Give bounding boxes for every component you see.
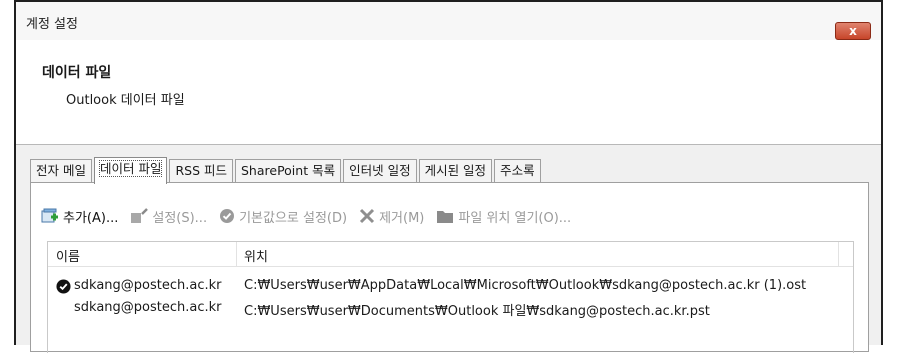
column-header-location[interactable]: 위치 (244, 246, 268, 265)
default-checkmark-icon (56, 279, 71, 298)
window-title: 계정 설정 (26, 17, 78, 32)
close-icon: x (849, 24, 857, 38)
toolbar: 추가(A)... 설정(S)... 기본값으로 설정(D) 제거(M) 파일 위… (41, 205, 583, 227)
list-header: 이름 위치 (48, 242, 853, 267)
checkmark-circle-icon (219, 208, 235, 224)
data-files-panel: 추가(A)... 설정(S)... 기본값으로 설정(D) 제거(M) 파일 위… (30, 182, 869, 353)
list-item[interactable]: sdkang@postech.ac.kr C:₩Users₩user₩Docum… (48, 297, 853, 319)
data-file-list: 이름 위치 sdkang@postech.ac.kr C:₩Users₩user… (47, 241, 854, 353)
tab-email[interactable]: 전자 메일 (30, 159, 92, 183)
title-bar: 계정 설정 x (16, 2, 881, 40)
tab-address-books[interactable]: 주소록 (494, 159, 541, 183)
tab-sharepoint-lists[interactable]: SharePoint 목록 (235, 159, 342, 183)
list-item-location: C:₩Users₩user₩Documents₩Outlook 파일₩sdkan… (244, 304, 710, 319)
tab-published-calendars[interactable]: 게시된 일정 (418, 159, 493, 183)
list-item-name: sdkang@postech.ac.kr (74, 300, 222, 315)
close-button[interactable]: x (835, 22, 871, 40)
tab-internet-calendars[interactable]: 인터넷 일정 (343, 159, 417, 183)
x-remove-icon (359, 208, 375, 224)
add-button[interactable]: 추가(A)... (41, 207, 118, 226)
folder-icon (436, 208, 454, 224)
list-item-location: C:₩Users₩user₩AppData₩Local₩Microsoft₩Ou… (244, 278, 807, 293)
section-title: 데이터 파일 (42, 65, 112, 81)
account-settings-window: 계정 설정 x 데이터 파일 Outlook 데이터 파일 전자 메일 데이터 … (14, 0, 883, 353)
column-divider[interactable] (236, 242, 237, 266)
tab-strip: 전자 메일 데이터 파일 RSS 피드 SharePoint 목록 인터넷 일정… (30, 157, 543, 184)
list-item-name: sdkang@postech.ac.kr (74, 278, 222, 293)
header-panel: 데이터 파일 Outlook 데이터 파일 (16, 40, 881, 145)
section-subtitle: Outlook 데이터 파일 (66, 93, 185, 108)
column-divider[interactable] (838, 242, 839, 266)
remove-button[interactable]: 제거(M) (359, 207, 424, 226)
set-default-button[interactable]: 기본값으로 설정(D) (219, 207, 347, 226)
settings-icon (130, 208, 149, 224)
tab-rss-feeds[interactable]: RSS 피드 (169, 159, 233, 183)
open-file-location-button[interactable]: 파일 위치 열기(O)... (436, 207, 571, 226)
add-data-file-icon (41, 208, 59, 224)
list-item[interactable]: sdkang@postech.ac.kr C:₩Users₩user₩AppDa… (48, 275, 853, 297)
settings-button[interactable]: 설정(S)... (130, 207, 207, 226)
tab-data-files[interactable]: 데이터 파일 (93, 157, 168, 184)
column-header-name[interactable]: 이름 (56, 246, 80, 265)
